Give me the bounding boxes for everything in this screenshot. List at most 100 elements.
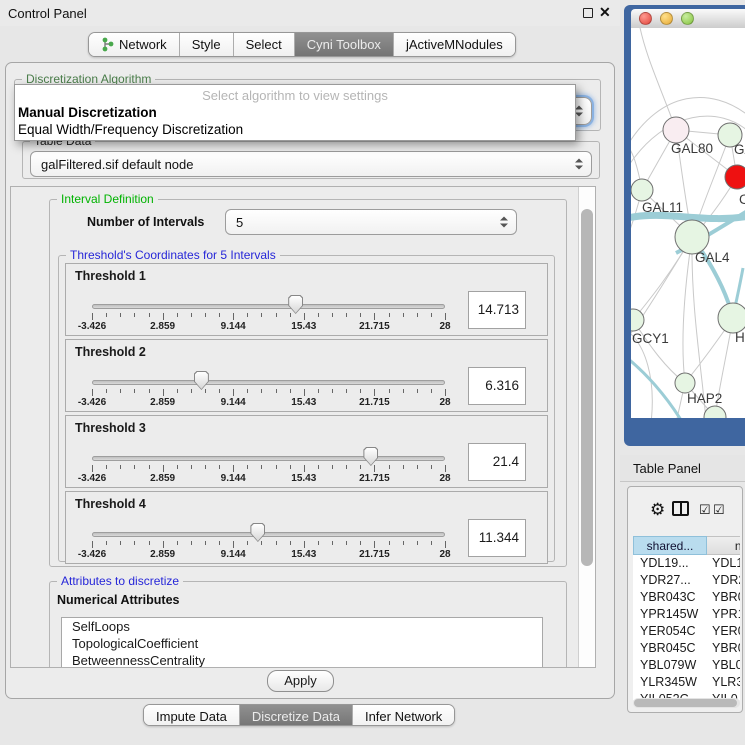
node-table[interactable]: shared... na YDL19...YDL1YDR27...YDR2YBR… xyxy=(633,536,740,700)
slider-scale-label: -3.426 xyxy=(78,473,106,484)
slider-track[interactable] xyxy=(92,380,445,385)
slider-scale-label: -3.426 xyxy=(78,321,106,332)
threshold-value-field[interactable]: 14.713 xyxy=(468,291,526,329)
scrollbar-thumb[interactable] xyxy=(581,209,593,566)
cell-name: YBR0 xyxy=(707,589,740,606)
table-data-combobox[interactable]: galFiltered.sif default node xyxy=(30,151,592,177)
checkbox-icon[interactable]: ☑ xyxy=(713,502,725,518)
attribute-item[interactable]: SelfLoops xyxy=(62,618,542,635)
network-node[interactable] xyxy=(675,220,709,254)
table-data-value: galFiltered.sif default node xyxy=(41,157,193,172)
tab-impute-data[interactable]: Impute Data xyxy=(144,705,240,726)
table-row[interactable]: YBR045CYBR0 xyxy=(633,640,740,657)
table-row[interactable]: YDL19...YDL1 xyxy=(633,555,740,572)
float-window-icon[interactable] xyxy=(583,8,593,18)
tab-select[interactable]: Select xyxy=(234,33,295,56)
table-header-shared[interactable]: shared... xyxy=(633,536,707,555)
table-row[interactable]: YPR145WYPR1 xyxy=(633,606,740,623)
network-node[interactable] xyxy=(725,165,745,189)
slider-ticks xyxy=(92,541,445,549)
table-row[interactable]: YBR043CYBR0 xyxy=(633,589,740,606)
network-node-label: GA xyxy=(734,142,745,157)
network-edge[interactable] xyxy=(631,215,745,218)
minimize-traffic-light-icon[interactable] xyxy=(660,12,673,25)
slider-scale-label: 2.859 xyxy=(150,473,175,484)
slider-thumb[interactable] xyxy=(194,371,209,390)
number-of-intervals-combobox[interactable]: 5 xyxy=(225,209,517,235)
network-node-label: HAP2 xyxy=(687,391,722,406)
attribute-list[interactable]: SelfLoopsTopologicalCoefficientBetweenne… xyxy=(61,617,543,668)
algorithm-placeholder-option[interactable]: Select algorithm to view settings xyxy=(15,88,575,103)
table-row[interactable]: YER054CYER0 xyxy=(633,623,740,640)
column-visibility-icon[interactable] xyxy=(672,501,689,516)
network-node[interactable] xyxy=(631,309,644,331)
cell-shared-name: YLR345W xyxy=(633,674,707,691)
slider-scale-label: -3.426 xyxy=(78,549,106,560)
slider-scale-label: 15.43 xyxy=(291,321,316,332)
slider-scale-label: 2.859 xyxy=(150,321,175,332)
number-of-intervals-label: Number of Intervals xyxy=(87,215,204,229)
table-row[interactable]: YDR27...YDR2 xyxy=(633,572,740,589)
tab-cyni-toolbox[interactable]: Cyni Toolbox xyxy=(295,33,394,56)
slider-scale-label: 21.715 xyxy=(359,397,390,408)
tab-style[interactable]: Style xyxy=(180,33,234,56)
network-node-label: GAL4 xyxy=(695,250,730,265)
cyni-bottom-tabs: Impute Data Discretize Data Infer Networ… xyxy=(143,704,455,726)
slider-track[interactable] xyxy=(92,532,445,537)
tab-label: Discretize Data xyxy=(252,709,340,724)
threshold-value-field[interactable]: 21.4 xyxy=(468,443,526,481)
close-traffic-light-icon[interactable] xyxy=(639,12,652,25)
cell-shared-name: YBL079W xyxy=(633,657,707,674)
close-icon[interactable]: ✕ xyxy=(599,4,611,21)
network-node[interactable] xyxy=(663,117,689,143)
attribute-item[interactable]: BetweennessCentrality xyxy=(62,652,542,668)
slider-ticks xyxy=(92,465,445,473)
table-row[interactable]: YLR345WYLR3 xyxy=(633,674,740,691)
tab-discretize-data[interactable]: Discretize Data xyxy=(240,705,353,726)
threshold-label: Threshold 2 xyxy=(75,345,146,359)
network-edge[interactable] xyxy=(639,28,676,130)
slider-track[interactable] xyxy=(92,304,445,309)
apply-button[interactable]: Apply xyxy=(267,670,334,692)
gear-icon[interactable]: ⚙ xyxy=(650,500,665,520)
tab-jactivemnodules[interactable]: jActiveMNodules xyxy=(394,33,515,56)
cell-shared-name: YDR27... xyxy=(633,572,707,589)
cell-shared-name: YBR045C xyxy=(633,640,707,657)
threshold-panel: Threshold 3 -3.4262.8599.14415.4321.7152… xyxy=(65,415,548,488)
network-node-label: GCY1 xyxy=(632,331,669,346)
network-canvas[interactable]: GAL80GACGAL11GAL4GCY1HHAP2 xyxy=(631,28,745,418)
scrollbar-thumb[interactable] xyxy=(634,699,737,707)
threshold-panel: Threshold 1 -3.4262.8599.14415.4321.7152… xyxy=(65,263,548,336)
slider-thumb[interactable] xyxy=(363,447,378,466)
slider-scale-label: 21.715 xyxy=(359,549,390,560)
slider-thumb[interactable] xyxy=(288,295,303,314)
threshold-value-field[interactable]: 6.316 xyxy=(468,367,526,405)
zoom-traffic-light-icon[interactable] xyxy=(681,12,694,25)
slider-track[interactable] xyxy=(92,456,445,461)
table-header-name[interactable]: na xyxy=(707,536,740,555)
attribute-item[interactable]: TopologicalCoefficient xyxy=(62,635,542,652)
checkbox-icon[interactable]: ☑ xyxy=(699,502,711,518)
tab-infer-network[interactable]: Infer Network xyxy=(353,705,454,726)
slider-scale-label: 9.144 xyxy=(221,397,246,408)
slider-scale-label: 2.859 xyxy=(150,549,175,560)
network-node[interactable] xyxy=(718,303,745,333)
network-node[interactable] xyxy=(675,373,695,393)
tab-network[interactable]: Network xyxy=(89,33,180,56)
settings-vertical-scrollbar[interactable] xyxy=(578,187,595,668)
tab-label: Impute Data xyxy=(156,709,227,724)
cell-shared-name: YBR043C xyxy=(633,589,707,606)
network-edge[interactable] xyxy=(633,320,685,383)
algorithm-option-manual[interactable]: Manual Discretization xyxy=(18,105,157,120)
network-edge[interactable] xyxy=(631,358,681,418)
threshold-value-field[interactable]: 11.344 xyxy=(468,519,526,557)
algorithm-option-equal-width[interactable]: Equal Width/Frequency Discretization xyxy=(18,122,243,137)
network-node[interactable] xyxy=(631,179,653,201)
numerical-attributes-header: Numerical Attributes xyxy=(57,593,179,607)
network-edge[interactable] xyxy=(683,237,692,383)
table-horizontal-scrollbar[interactable] xyxy=(633,698,740,708)
slider-scale: -3.4262.8599.14415.4321.71528 xyxy=(92,397,445,409)
slider-thumb[interactable] xyxy=(250,523,265,542)
table-row[interactable]: YBL079WYBL0 xyxy=(633,657,740,674)
slider-scale-label: 28 xyxy=(439,397,450,408)
